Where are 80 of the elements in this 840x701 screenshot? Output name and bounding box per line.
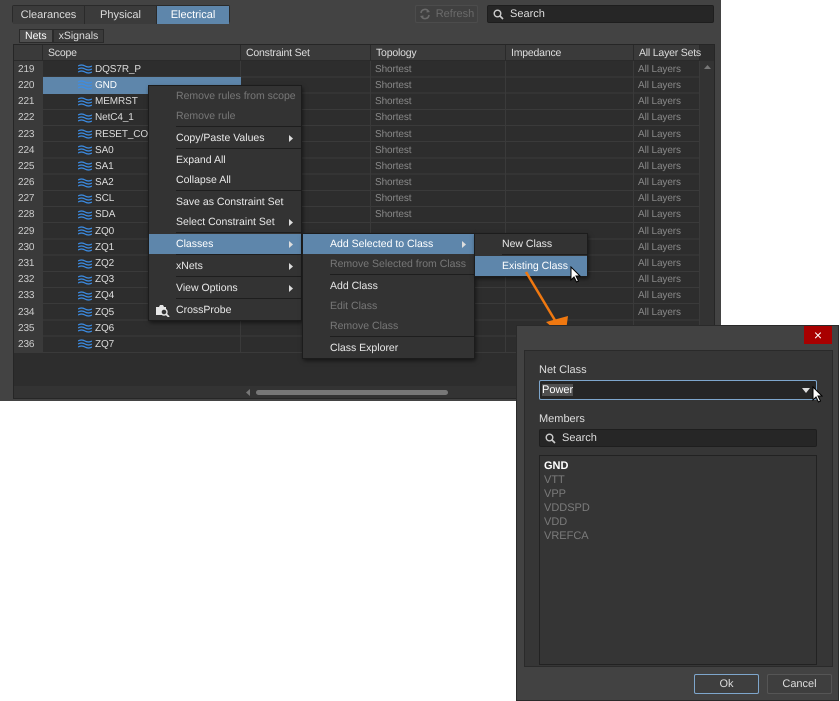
table-cell[interactable]: ZQ7 — [43, 336, 241, 353]
table-cell-text: Shortest — [374, 128, 412, 142]
table-cell-text: All Layers — [637, 111, 682, 126]
menu-item[interactable]: Copy/Paste Values — [149, 128, 301, 148]
table-cell-text: All Layers — [637, 273, 682, 288]
table-cell-text: All Layers — [637, 257, 682, 272]
search-field[interactable]: Search — [539, 429, 817, 447]
table-cell-text: All Layers — [637, 62, 682, 77]
table-cell-text: All Layers — [637, 95, 682, 110]
column-header[interactable]: Topology — [371, 45, 506, 61]
table-cell-text: All Layers — [637, 306, 682, 320]
menu-item[interactable]: Add Class — [303, 276, 474, 296]
menu-item[interactable]: Expand All — [149, 150, 301, 170]
row-number: 230 — [14, 239, 43, 256]
column-header[interactable]: Scope — [43, 45, 241, 61]
column-header[interactable]: All Layer Sets — [634, 45, 700, 61]
table-cell-text: All Layers — [637, 192, 682, 206]
row-number: 219 — [14, 61, 43, 78]
search-field[interactable]: Search — [487, 5, 714, 23]
row-number: 222 — [14, 110, 43, 126]
menu-item[interactable]: Select Constraint Set — [149, 212, 301, 232]
row-number: 233 — [14, 288, 43, 304]
menu-item[interactable]: xNets — [149, 256, 301, 276]
menu-item[interactable]: View Options — [149, 278, 301, 298]
row-number: 225 — [14, 158, 43, 174]
menu-item[interactable]: Existing Class — [475, 256, 587, 276]
table-cell-text: Shortest — [374, 144, 412, 158]
tab[interactable]: xSignals — [52, 29, 104, 43]
table-cell-text: Shortest — [374, 192, 412, 206]
net-class-dropdown[interactable]: Power — [539, 380, 817, 400]
table-cell-text: All Layers — [637, 240, 682, 255]
field-label: Net Class — [539, 363, 587, 377]
menu-item[interactable]: Class Explorer — [303, 338, 474, 358]
tab[interactable]: Nets — [19, 29, 53, 43]
table-cell-text: All Layers — [637, 224, 682, 239]
tab[interactable]: Clearances — [13, 6, 85, 24]
table-cell-text: All Layers — [637, 289, 682, 304]
row-number: 226 — [14, 174, 43, 191]
row-number: 232 — [14, 272, 43, 288]
table-cell-text: Shortest — [374, 176, 412, 190]
row-number: 228 — [14, 206, 43, 224]
table-cell-text: All Layers — [637, 208, 682, 222]
table-cell[interactable]: ZQ6 — [43, 320, 241, 336]
column-header[interactable]: Impedance — [506, 45, 634, 61]
row-number: 229 — [14, 223, 43, 240]
table-cell-text: Shortest — [374, 208, 412, 222]
row-number: 223 — [14, 126, 43, 142]
menu-item[interactable]: Add Selected to Class — [303, 234, 474, 254]
close-button[interactable]: × — [804, 326, 832, 344]
cancel-button[interactable]: Cancel — [767, 674, 832, 694]
table-cell-text: Shortest — [374, 78, 412, 93]
row-number: 234 — [14, 304, 43, 320]
table-cell-text: Shortest — [374, 160, 412, 174]
table-cell-text: Shortest — [374, 62, 412, 77]
list-item[interactable]: GND — [544, 459, 568, 473]
row-number: 235 — [14, 320, 43, 336]
tab[interactable]: Physical — [85, 6, 157, 24]
row-number: 224 — [14, 142, 43, 158]
menu-item[interactable]: Collapse All — [149, 170, 301, 190]
table-cell-text: All Layers — [637, 144, 682, 158]
table-cell-text: All Layers — [637, 78, 682, 93]
column-header[interactable]: Constraint Set — [241, 45, 371, 61]
menu-item[interactable]: Save as Constraint Set — [149, 192, 301, 212]
menu-item[interactable]: CrossProbe — [149, 300, 301, 320]
table-cell-text: All Layers — [637, 160, 682, 174]
table-cell-text: Shortest — [374, 95, 412, 110]
table-cell[interactable]: DQS7R_P — [43, 61, 241, 78]
row-number: 221 — [14, 94, 43, 110]
row-number: 220 — [14, 77, 43, 94]
menu-item[interactable]: New Class — [475, 234, 587, 254]
table-cell-text: All Layers — [637, 176, 682, 190]
row-number: 231 — [14, 255, 43, 272]
menu-item[interactable]: Classes — [149, 234, 301, 254]
ok-button[interactable]: Ok — [694, 674, 759, 694]
table-cell-text: All Layers — [637, 128, 682, 142]
row-number: 227 — [14, 190, 43, 207]
field-label: Members — [539, 412, 585, 426]
tab[interactable]: Electrical — [157, 6, 229, 24]
table-cell-text: Shortest — [374, 111, 412, 126]
row-number: 236 — [14, 336, 43, 353]
